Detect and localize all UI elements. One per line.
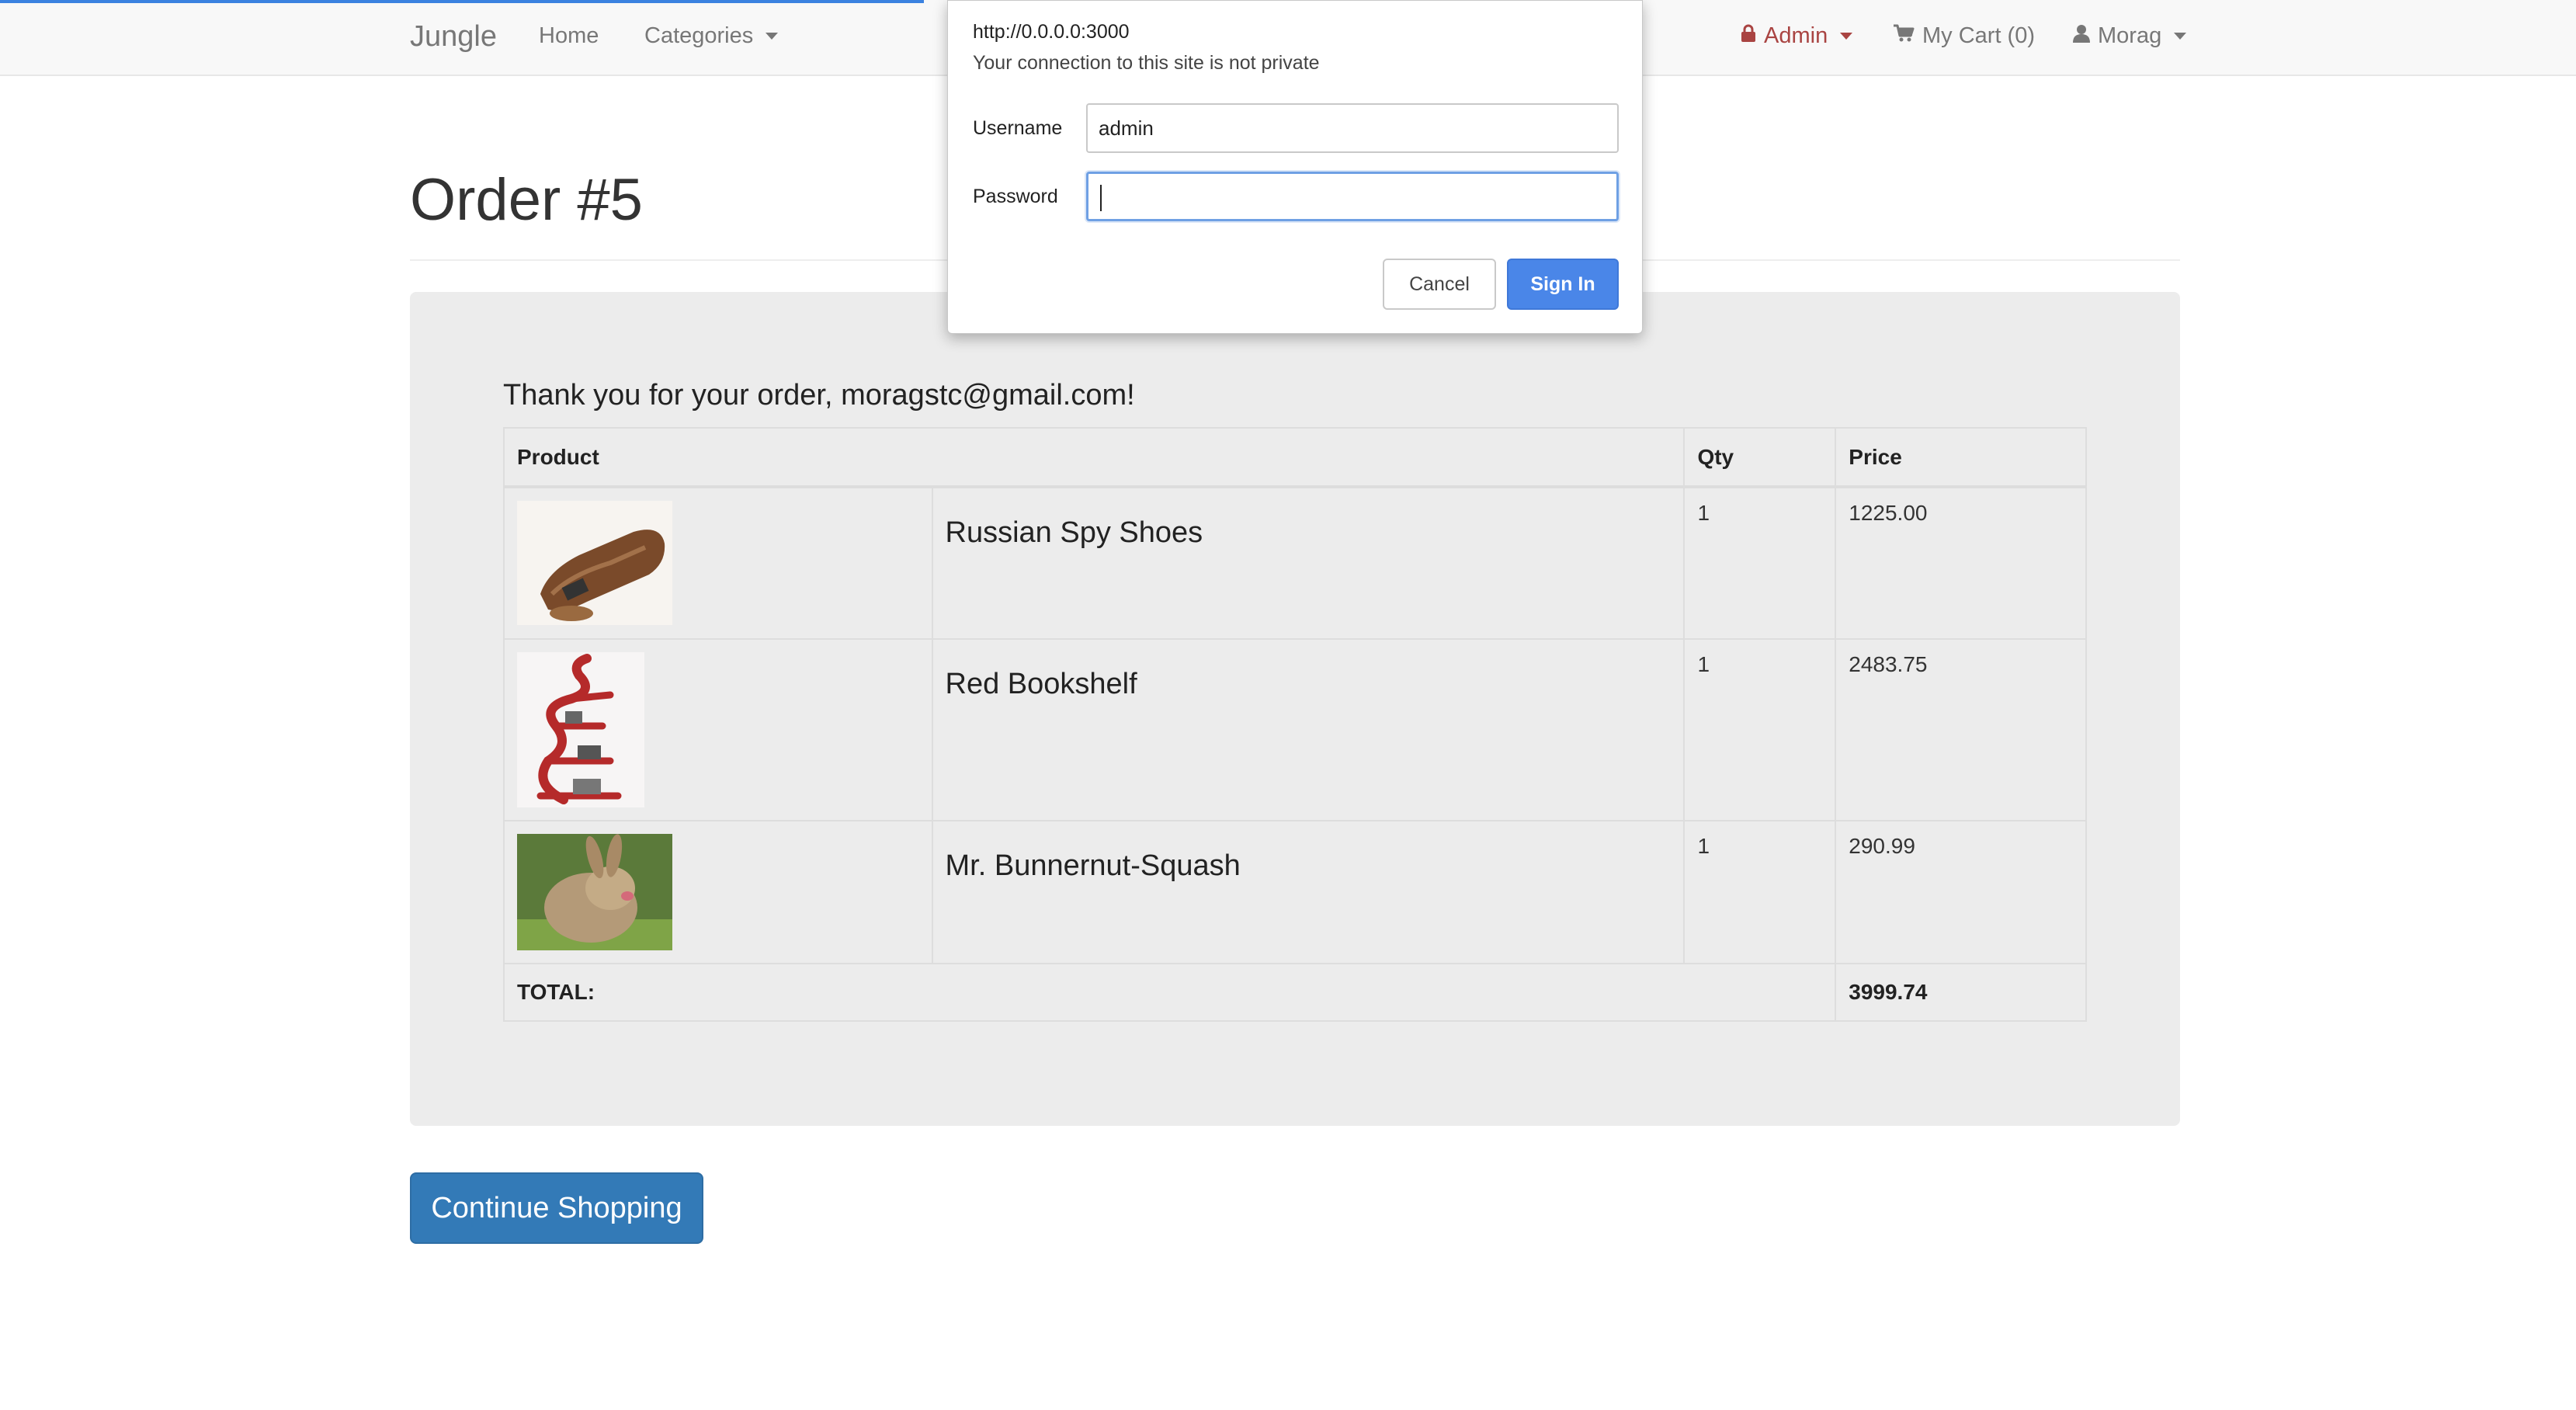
- caret-down-icon: [1840, 33, 1853, 40]
- thank-you-message: Thank you for your order, moragstc@gmail…: [503, 379, 1135, 412]
- product-qty: 1: [1683, 486, 1837, 640]
- column-header-price: Price: [1835, 427, 2087, 488]
- sign-in-button[interactable]: Sign In: [1507, 259, 1619, 310]
- column-header-qty: Qty: [1683, 427, 1837, 488]
- nav-admin-dropdown[interactable]: Admin: [1741, 23, 1853, 49]
- auth-dialog: http://0.0.0.0:3000 Your connection to t…: [947, 0, 1643, 334]
- cart-icon: [1893, 23, 1915, 49]
- nav-cart-label: My Cart (0): [1922, 23, 2035, 48]
- nav-cart-link[interactable]: My Cart (0): [1893, 23, 2035, 49]
- total-label: TOTAL:: [502, 963, 1837, 1022]
- product-price: 2483.75: [1835, 638, 2087, 821]
- caret-down-icon: [766, 33, 779, 40]
- total-value: 3999.74: [1835, 963, 2087, 1022]
- cancel-button[interactable]: Cancel: [1383, 259, 1496, 310]
- table-row: Mr. Bunnernut-Squash 1 290.99: [503, 820, 2087, 964]
- continue-shopping-button[interactable]: Continue Shopping: [410, 1172, 703, 1244]
- nav-categories-dropdown[interactable]: Categories: [644, 23, 779, 49]
- product-price: 290.99: [1835, 820, 2087, 964]
- table-row: Red Bookshelf 1 2483.75: [503, 638, 2087, 821]
- table-header-row: Product Qty Price: [502, 427, 2087, 488]
- product-image-cell: [503, 638, 933, 821]
- nav-home-link[interactable]: Home: [539, 23, 599, 49]
- order-panel: Thank you for your order, moragstc@gmail…: [410, 292, 2180, 1126]
- nav-home-label: Home: [539, 23, 599, 48]
- lock-icon: [1741, 23, 1756, 49]
- product-qty: 1: [1683, 638, 1837, 821]
- nav-user-dropdown[interactable]: Morag: [2073, 23, 2187, 49]
- username-label: Username: [973, 117, 1063, 139]
- bookshelf-image: [517, 652, 644, 807]
- nav-admin-label: Admin: [1764, 23, 1828, 48]
- product-image-cell: [503, 486, 933, 640]
- nav-categories-label: Categories: [644, 23, 754, 48]
- product-name: Russian Spy Shoes: [931, 486, 1686, 640]
- product-qty: 1: [1683, 820, 1837, 964]
- dialog-url: http://0.0.0.0:3000: [973, 21, 1130, 43]
- password-label: Password: [973, 186, 1058, 207]
- password-input[interactable]: [1086, 172, 1619, 221]
- user-icon: [2073, 23, 2090, 49]
- table-row: Russian Spy Shoes 1 1225.00: [503, 486, 2087, 640]
- dialog-subtitle: Your connection to this site is not priv…: [973, 52, 1320, 74]
- text-cursor: [1100, 185, 1102, 211]
- username-input[interactable]: [1086, 103, 1619, 153]
- caret-down-icon: [2174, 33, 2187, 40]
- product-price: 1225.00: [1835, 486, 2087, 640]
- nav-user-label: Morag: [2098, 23, 2162, 48]
- total-row: TOTAL: 3999.74: [502, 963, 2087, 1022]
- order-table: Product Qty Price Russian Spy Shoes 1 12…: [502, 427, 2087, 1022]
- product-name: Mr. Bunnernut-Squash: [931, 820, 1686, 964]
- product-name: Red Bookshelf: [931, 638, 1686, 821]
- page-title: Order #5: [410, 167, 643, 233]
- brand-link[interactable]: Jungle: [410, 20, 497, 54]
- page-load-progress-bar: [0, 0, 924, 3]
- column-header-product: Product: [502, 427, 1686, 488]
- product-image-cell: [503, 820, 933, 964]
- shoe-image: [517, 501, 672, 625]
- rabbit-image: [517, 834, 672, 950]
